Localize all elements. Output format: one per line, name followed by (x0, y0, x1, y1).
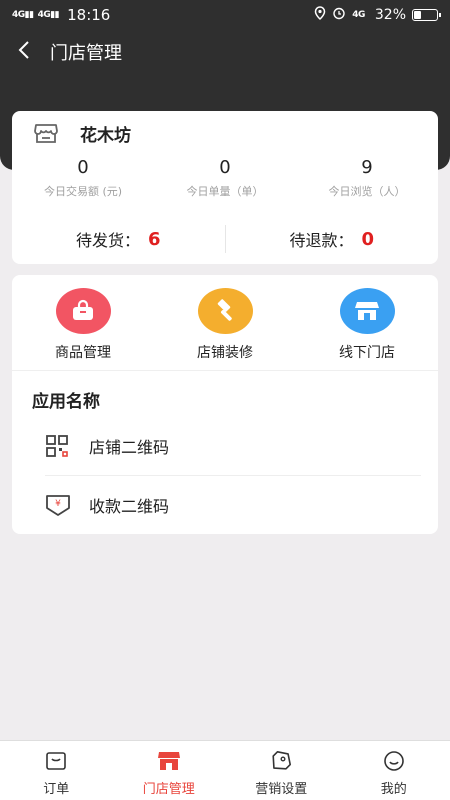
signal-icon: 4G▮▮ (12, 10, 34, 20)
stat-label: 今日交易额 (元) (43, 185, 123, 198)
battery-percent: 32% (374, 7, 406, 23)
back-button[interactable] (2, 30, 46, 74)
status-time: 18:16 (67, 6, 111, 24)
hammer-icon (197, 288, 253, 334)
store-qr-code-item[interactable]: 店铺二维码 (45, 417, 421, 475)
stat-orders[interactable]: 0 今日单量（单） (154, 155, 296, 210)
pending-ship-label: 待发货： (75, 231, 140, 250)
stat-value: 9 (361, 157, 373, 178)
signal-left-label: 4G (12, 10, 25, 20)
store-header: 花木坊 (12, 111, 438, 155)
app-label: 店铺二维码 (89, 438, 170, 457)
shopping-bag-icon (55, 288, 111, 334)
tag-icon (269, 749, 293, 773)
quick-label: 线下门店 (339, 345, 395, 361)
pending-refund[interactable]: 待退款： 0 (226, 227, 439, 251)
quick-actions: 商品管理 店铺装修 线下门店 (12, 275, 438, 371)
quick-label: 商品管理 (55, 345, 111, 361)
status-bar: 4G▮▮ 4G▮▮ 18:16 4G 32% (0, 0, 450, 30)
signal-icon-2: 4G▮▮ (37, 10, 60, 20)
tab-orders[interactable]: 订单 (0, 741, 113, 800)
chevron-left-icon (17, 40, 31, 64)
apps-list: 店铺二维码 ¥ 收款二维码 (12, 417, 438, 533)
pending-ship-value: 6 (147, 228, 161, 250)
product-management-button[interactable]: 商品管理 (12, 275, 154, 370)
nav-bar: 门店管理 (0, 30, 450, 74)
pending-row: 待发货： 6 待退款： 0 (12, 214, 438, 264)
stat-revenue[interactable]: 0 今日交易额 (元) (12, 155, 154, 210)
stat-views[interactable]: 9 今日浏览（人） (296, 155, 438, 210)
network-label: 4G (352, 10, 365, 20)
battery-icon (412, 9, 441, 21)
stats-row: 0 今日交易额 (元) 0 今日单量（单） 9 今日浏览（人） (12, 155, 438, 210)
app-label: 收款二维码 (89, 496, 170, 516)
pending-refund-label: 待退款： (289, 231, 354, 250)
tab-label: 营销设置 (255, 782, 308, 797)
shop-icon (32, 119, 60, 147)
apps-section-title: 应用名称 (32, 392, 100, 412)
svg-text:¥: ¥ (55, 499, 61, 509)
store-summary-card: 花木坊 0 今日交易额 (元) 0 今日单量（单） 9 今日浏览（人） 待发货：… (12, 111, 438, 264)
alarm-icon (332, 6, 346, 24)
location-icon (314, 6, 326, 24)
storefront-icon (339, 288, 395, 334)
offline-store-button[interactable]: 线下门店 (296, 275, 438, 370)
qr-code-icon (45, 434, 69, 458)
status-right: 4G 32% (314, 6, 441, 24)
stat-label: 今日浏览（人） (328, 185, 406, 198)
tab-bar: 订单 门店管理 营销设置 我的 (0, 740, 450, 800)
store-decoration-button[interactable]: 店铺装修 (154, 275, 296, 370)
tab-store-management[interactable]: 门店管理 (113, 741, 226, 800)
tools-card: 商品管理 店铺装修 线下门店 应用名称 店铺二维码 ¥ 收款二维码 (12, 275, 438, 534)
tab-mine[interactable]: 我的 (338, 741, 450, 800)
stat-value: 0 (219, 157, 231, 178)
pending-ship[interactable]: 待发货： 6 (12, 227, 225, 251)
stat-label: 今日单量（单） (186, 185, 264, 198)
signal-right-label: 4G (37, 10, 51, 20)
tab-label: 门店管理 (142, 782, 195, 797)
tab-marketing[interactable]: 营销设置 (225, 741, 338, 800)
stat-value: 0 (77, 157, 89, 178)
profile-icon (382, 749, 406, 773)
store-icon (157, 749, 181, 773)
store-name: 花木坊 (80, 125, 131, 146)
tab-label: 订单 (43, 782, 70, 797)
order-icon (44, 749, 68, 773)
quick-label: 店铺装修 (197, 345, 253, 361)
page-title: 门店管理 (50, 43, 122, 64)
tab-label: 我的 (380, 782, 407, 797)
payment-qr-code-item[interactable]: ¥ 收款二维码 (45, 475, 421, 533)
pending-refund-value: 0 (361, 228, 375, 250)
payment-qr-icon: ¥ (45, 493, 70, 517)
